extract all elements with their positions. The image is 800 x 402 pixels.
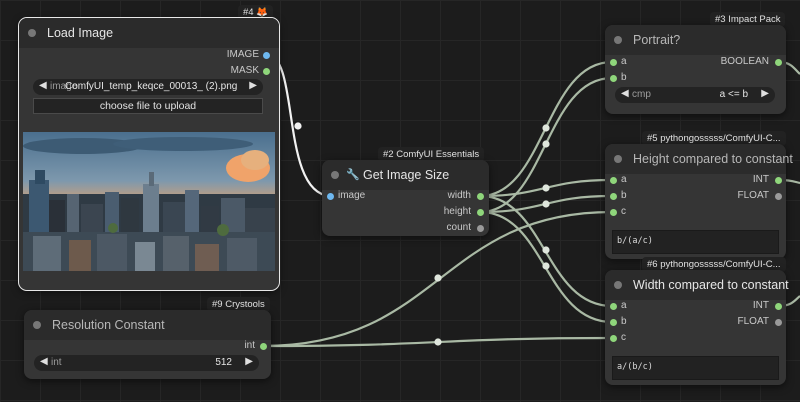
link-int-width-c bbox=[262, 336, 613, 348]
input-c-label: c bbox=[621, 332, 626, 343]
output-count-label: count bbox=[446, 222, 471, 233]
node-title-text: Portrait? bbox=[633, 33, 681, 47]
load-image-node[interactable]: Load Image IMAGE MASK ◀ image ComfyUI_te… bbox=[18, 17, 280, 291]
output-mask-dot-icon[interactable] bbox=[263, 68, 270, 75]
collapse-dot-icon[interactable] bbox=[28, 29, 36, 37]
collapse-dot-icon[interactable] bbox=[614, 36, 622, 44]
chevron-left-icon[interactable]: ◀ bbox=[39, 80, 47, 91]
input-b-dot-icon[interactable] bbox=[610, 75, 617, 82]
chevron-right-icon[interactable]: ▶ bbox=[761, 88, 769, 99]
output-int-label: INT bbox=[752, 174, 769, 185]
input-a-label: a bbox=[621, 174, 627, 185]
portrait-title[interactable]: Portrait? bbox=[605, 25, 786, 55]
chevron-right-icon[interactable]: ▶ bbox=[245, 356, 253, 367]
output-float-label: FLOAT bbox=[737, 316, 769, 327]
link-height-width-b bbox=[479, 210, 613, 324]
output-int-dot-icon[interactable] bbox=[775, 303, 782, 310]
input-a-label: a bbox=[621, 56, 627, 67]
output-width-dot-icon[interactable] bbox=[477, 193, 484, 200]
collapse-dot-icon[interactable] bbox=[33, 321, 41, 329]
link-width-height-a bbox=[479, 178, 613, 198]
int-widget-value: 512 bbox=[215, 357, 232, 368]
link-width-width-a bbox=[479, 194, 613, 308]
chevron-left-icon[interactable]: ◀ bbox=[40, 356, 48, 367]
output-boolean-dot-icon[interactable] bbox=[775, 59, 782, 66]
int-widget-label: int bbox=[51, 357, 62, 368]
get-image-size-node[interactable]: 🔧 Get Image Size image width height coun… bbox=[322, 160, 489, 236]
output-int-label: INT bbox=[752, 300, 769, 311]
link-width-portrait-a bbox=[479, 60, 613, 198]
input-image-label: image bbox=[338, 190, 366, 201]
collapse-dot-icon[interactable] bbox=[331, 171, 339, 179]
cmp-widget-value: a <= b bbox=[719, 89, 748, 100]
city-skyline-image bbox=[23, 132, 275, 271]
load-image-title[interactable]: Load Image bbox=[19, 18, 279, 48]
output-float-label: FLOAT bbox=[737, 190, 769, 201]
output-int-dot-icon[interactable] bbox=[775, 177, 782, 184]
input-b-dot-icon[interactable] bbox=[610, 193, 617, 200]
output-float-dot-icon[interactable] bbox=[775, 193, 782, 200]
output-height-dot-icon[interactable] bbox=[477, 209, 484, 216]
input-a-dot-icon[interactable] bbox=[610, 177, 617, 184]
input-c-label: c bbox=[621, 206, 626, 217]
resolution-constant-node[interactable]: Resolution Constant int ◀ int 512 ▶ bbox=[24, 310, 271, 379]
width-compared-node[interactable]: Width compared to constant a b c INT FLO… bbox=[605, 270, 789, 385]
chevron-right-icon[interactable]: ▶ bbox=[249, 80, 257, 91]
output-image-label: IMAGE bbox=[226, 49, 259, 60]
link-height-height-b bbox=[479, 194, 613, 214]
output-int-dot-icon[interactable] bbox=[260, 343, 267, 350]
cmp-widget[interactable]: ◀ cmp a <= b ▶ bbox=[615, 87, 775, 103]
link-height-portrait-b bbox=[479, 76, 613, 214]
input-a-label: a bbox=[621, 300, 627, 311]
input-image-dot-icon[interactable] bbox=[327, 193, 334, 200]
resolution-constant-title[interactable]: Resolution Constant bbox=[24, 310, 271, 340]
output-float-dot-icon[interactable] bbox=[775, 319, 782, 326]
node-title-text: Width compared to constant bbox=[633, 278, 789, 292]
portrait-node[interactable]: Portrait? a b BOOLEAN ◀ cmp a <= b ▶ bbox=[605, 25, 786, 114]
chevron-left-icon[interactable]: ◀ bbox=[621, 88, 629, 99]
input-b-label: b bbox=[621, 316, 627, 327]
node-title-text: Height compared to constant bbox=[633, 152, 793, 166]
collapse-dot-icon[interactable] bbox=[614, 155, 622, 163]
node-title-text: Resolution Constant bbox=[52, 318, 165, 332]
output-mask-label: MASK bbox=[230, 65, 259, 76]
output-width-label: width bbox=[447, 190, 471, 201]
input-a-dot-icon[interactable] bbox=[610, 303, 617, 310]
expression-textarea[interactable]: a/(b/c) bbox=[612, 356, 779, 380]
int-widget[interactable]: ◀ int 512 ▶ bbox=[34, 355, 259, 371]
cmp-widget-label: cmp bbox=[632, 89, 651, 100]
collapse-dot-icon[interactable] bbox=[614, 281, 622, 289]
height-compared-title[interactable]: Height compared to constant bbox=[605, 144, 793, 174]
output-image-dot-icon[interactable] bbox=[263, 52, 270, 59]
get-image-size-title[interactable]: 🔧 Get Image Size bbox=[322, 160, 489, 190]
output-int-label: int bbox=[244, 340, 255, 351]
input-b-dot-icon[interactable] bbox=[610, 319, 617, 326]
expression-textarea[interactable]: b/(a/c) bbox=[612, 230, 779, 254]
input-a-dot-icon[interactable] bbox=[610, 59, 617, 66]
node-title-text: Load Image bbox=[47, 26, 114, 40]
output-boolean-label: BOOLEAN bbox=[720, 56, 769, 67]
width-compared-title[interactable]: Width compared to constant bbox=[605, 270, 789, 300]
input-b-label: b bbox=[621, 190, 627, 201]
output-count-dot-icon[interactable] bbox=[477, 225, 484, 232]
image-select-widget[interactable]: ◀ image ComfyUI_temp_keqce_00013_ (2).pn… bbox=[33, 79, 263, 95]
input-c-dot-icon[interactable] bbox=[610, 335, 617, 342]
node-title-text: Get Image Size bbox=[363, 168, 450, 182]
image-widget-value: ComfyUI_temp_keqce_00013_ (2).png bbox=[65, 81, 238, 92]
input-b-label: b bbox=[621, 72, 627, 83]
input-c-dot-icon[interactable] bbox=[610, 209, 617, 216]
upload-button[interactable]: choose file to upload bbox=[33, 98, 263, 114]
output-height-label: height bbox=[443, 206, 471, 217]
height-compared-node[interactable]: Height compared to constant a b c INT FL… bbox=[605, 144, 793, 259]
wrench-icon: 🔧 bbox=[346, 169, 360, 181]
